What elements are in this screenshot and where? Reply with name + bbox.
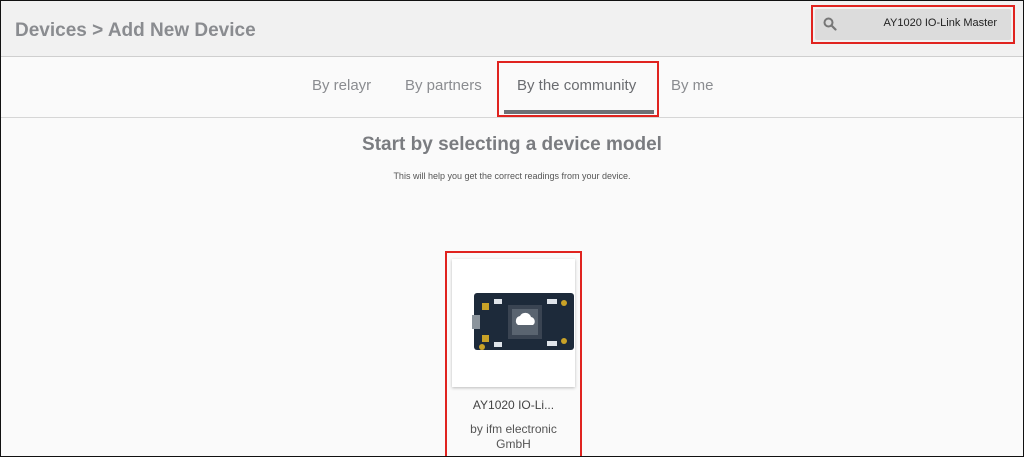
tab-by-partners[interactable]: By partners bbox=[405, 77, 482, 94]
tab-bar: By relayr By partners By the community B… bbox=[1, 57, 1023, 118]
breadcrumb-devices-link[interactable]: Devices bbox=[15, 20, 87, 41]
breadcrumb: Devices > Add New Device bbox=[15, 20, 256, 42]
breadcrumb-separator: > bbox=[92, 20, 104, 41]
header-bar: Devices > Add New Device AY1020 IO-Link … bbox=[1, 1, 1023, 57]
search-highlight-box bbox=[811, 5, 1015, 44]
tab-by-me[interactable]: By me bbox=[671, 77, 714, 94]
device-card-highlight-box bbox=[445, 251, 582, 456]
tab-by-relayr[interactable]: By relayr bbox=[312, 77, 371, 94]
breadcrumb-current: Add New Device bbox=[107, 20, 256, 41]
page-title: Start by selecting a device model bbox=[362, 134, 662, 155]
page-subtitle: This will help you get the correct readi… bbox=[393, 171, 631, 181]
tab-highlight-box bbox=[497, 61, 659, 117]
app-frame: Devices > Add New Device AY1020 IO-Link … bbox=[0, 0, 1024, 457]
